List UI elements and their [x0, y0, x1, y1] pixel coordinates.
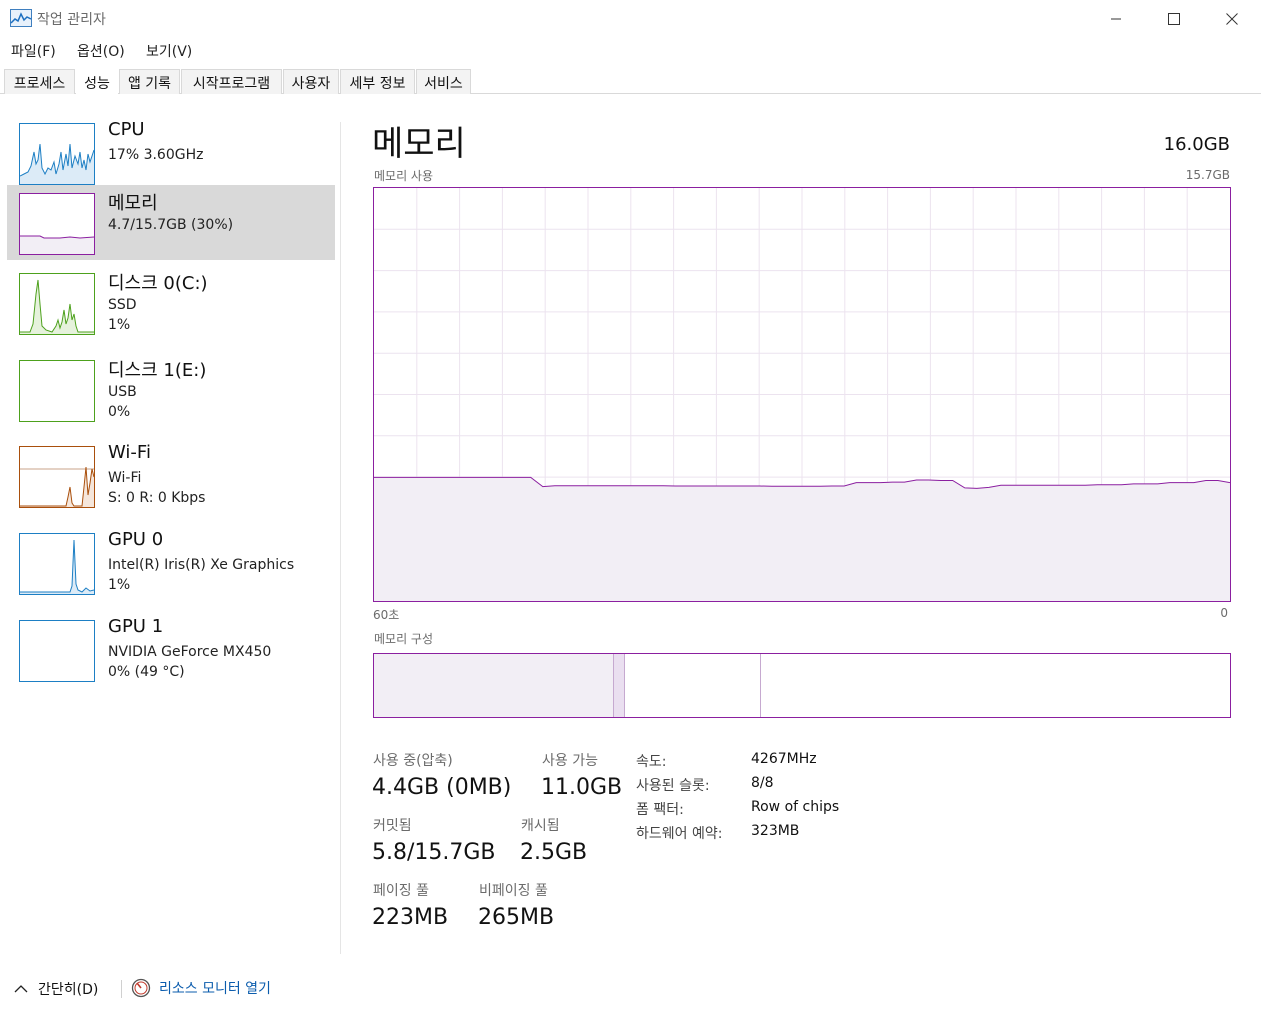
sidebar-item-usage: 0% — [108, 404, 131, 420]
memory-total: 16.0GB — [1163, 134, 1230, 155]
usage-area — [374, 477, 1230, 601]
pane-divider[interactable] — [340, 122, 341, 954]
sidebar-item-usage: S: 0 R: 0 Kbps — [108, 490, 206, 506]
paged-pool-label: 페이징 풀 — [373, 883, 429, 899]
window-title: 작업 관리자 — [37, 12, 106, 28]
tab-services[interactable]: 서비스 — [416, 69, 471, 94]
menu-bar: 파일(F) 옵션(O) 보기(V) — [0, 38, 1261, 62]
maximize-icon — [1168, 13, 1180, 25]
footer: 간단히(D) 리소스 모니터 열기 — [0, 972, 1261, 1006]
memory-thumbnail — [19, 193, 95, 255]
nonpaged-pool-label: 비페이징 풀 — [479, 883, 548, 899]
close-button[interactable] — [1203, 0, 1261, 38]
sidebar-item-usage: 1% — [108, 577, 131, 593]
sidebar-item-name: 메모리 — [108, 193, 158, 214]
sidebar-item-name: GPU 1 — [108, 616, 164, 637]
memory-composition-bar — [373, 653, 1231, 718]
sidebar-item-name: 디스크 0(C:) — [108, 273, 208, 294]
disk1-thumbnail — [19, 360, 95, 422]
time-axis-start: 60초 — [373, 608, 400, 622]
time-axis-end: 0 — [1220, 606, 1228, 620]
sidebar-item-disk1[interactable]: 디스크 1(E:) USB 0% — [7, 352, 335, 427]
collapse-button[interactable]: 간단히(D) — [14, 979, 98, 999]
menu-view[interactable]: 보기(V) — [146, 41, 192, 61]
gpu1-thumbnail — [19, 620, 95, 682]
sidebar-item-detail: USB — [108, 384, 137, 400]
composition-standby — [624, 654, 762, 717]
cpu-thumbnail — [19, 123, 95, 185]
collapse-label: 간단히(D) — [38, 982, 99, 998]
speed-label: 속도: — [636, 754, 667, 770]
sidebar-item-memory[interactable]: 메모리 4.7/15.7GB (30%) — [7, 185, 335, 260]
available-label: 사용 가능 — [542, 753, 598, 769]
slots-label: 사용된 슬롯: — [636, 778, 710, 794]
sidebar-item-gpu1[interactable]: GPU 1 NVIDIA GeForce MX450 0% (49 °C) — [7, 612, 335, 687]
hardware-reserved-value: 323MB — [751, 823, 800, 839]
tab-processes[interactable]: 프로세스 — [4, 69, 75, 94]
sidebar-item-detail: Intel(R) Iris(R) Xe Graphics — [108, 557, 295, 573]
title-bar: 작업 관리자 — [0, 0, 1261, 38]
sidebar-item-detail: SSD — [108, 297, 137, 313]
resource-sidebar: CPU 17% 3.60GHz 메모리 4.7/15.7GB (30%) 디스크… — [0, 115, 340, 705]
hardware-reserved-label: 하드웨어 예약: — [636, 826, 723, 842]
sidebar-item-gpu0[interactable]: GPU 0 Intel(R) Iris(R) Xe Graphics 1% — [7, 525, 335, 600]
available-value: 11.0GB — [541, 775, 623, 800]
usage-graph-label: 메모리 사용 — [374, 169, 434, 183]
tab-app-history[interactable]: 앱 기록 — [119, 69, 180, 94]
sidebar-item-name: 디스크 1(E:) — [108, 360, 207, 381]
sidebar-item-name: GPU 0 — [108, 529, 164, 550]
sidebar-item-name: Wi-Fi — [108, 442, 151, 463]
minimize-button[interactable] — [1087, 0, 1145, 38]
sidebar-item-detail: 4.7/15.7GB (30%) — [108, 217, 234, 233]
close-icon — [1226, 13, 1238, 25]
tab-users[interactable]: 사용자 — [283, 69, 339, 94]
memory-usage-chart — [374, 188, 1230, 601]
sidebar-item-wifi[interactable]: Wi-Fi Wi-Fi S: 0 R: 0 Kbps — [7, 438, 335, 513]
sidebar-item-usage: 0% (49 °C) — [108, 664, 185, 680]
sidebar-item-disk0[interactable]: 디스크 0(C:) SSD 1% — [7, 265, 335, 340]
chevron-up-icon — [14, 985, 28, 993]
resource-monitor-icon — [131, 978, 151, 998]
form-factor-value: Row of chips — [751, 799, 840, 815]
sidebar-item-cpu[interactable]: CPU 17% 3.60GHz — [7, 115, 335, 190]
page-title: 메모리 — [372, 124, 466, 164]
taskmanager-icon — [10, 9, 32, 27]
paged-pool-value: 223MB — [372, 905, 449, 930]
cached-label: 캐시됨 — [521, 818, 560, 834]
menu-options[interactable]: 옵션(O) — [77, 41, 125, 61]
resource-monitor-label: 리소스 모니터 열기 — [159, 981, 271, 997]
menu-file[interactable]: 파일(F) — [11, 41, 56, 61]
memory-usage-graph — [373, 187, 1231, 602]
sidebar-item-detail: 17% 3.60GHz — [108, 147, 204, 163]
sidebar-item-detail: NVIDIA GeForce MX450 — [108, 644, 272, 660]
sidebar-item-detail: Wi-Fi — [108, 470, 142, 486]
composition-in-use — [374, 654, 614, 717]
tab-bar: 프로세스 성능 앱 기록 시작프로그램 사용자 세부 정보 서비스 — [0, 66, 1261, 94]
nonpaged-pool-value: 265MB — [478, 905, 555, 930]
sidebar-item-name: CPU — [108, 119, 145, 140]
composition-modified — [613, 654, 625, 717]
sidebar-item-usage: 1% — [108, 317, 131, 333]
committed-value: 5.8/15.7GB — [372, 840, 496, 865]
minimize-icon — [1111, 18, 1121, 20]
resource-monitor-link[interactable]: 리소스 모니터 열기 — [131, 978, 271, 998]
form-factor-label: 폼 팩터: — [636, 802, 684, 818]
disk0-thumbnail — [19, 273, 95, 335]
gpu0-thumbnail — [19, 533, 95, 595]
cached-value: 2.5GB — [520, 840, 588, 865]
in-use-label: 사용 중(압축) — [373, 753, 453, 769]
in-use-value: 4.4GB (0MB) — [372, 775, 512, 800]
usage-graph-max: 15.7GB — [1185, 168, 1230, 182]
composition-label: 메모리 구성 — [374, 632, 434, 646]
wifi-thumbnail — [19, 446, 95, 508]
tab-performance[interactable]: 성능 — [76, 69, 118, 94]
committed-label: 커밋됨 — [373, 818, 412, 834]
speed-value: 4267MHz — [751, 751, 817, 767]
slots-value: 8/8 — [751, 775, 774, 791]
tab-startup[interactable]: 시작프로그램 — [181, 69, 282, 94]
tab-details[interactable]: 세부 정보 — [340, 69, 415, 94]
footer-divider — [121, 980, 122, 998]
composition-free — [761, 654, 1230, 717]
maximize-button[interactable] — [1145, 0, 1203, 38]
